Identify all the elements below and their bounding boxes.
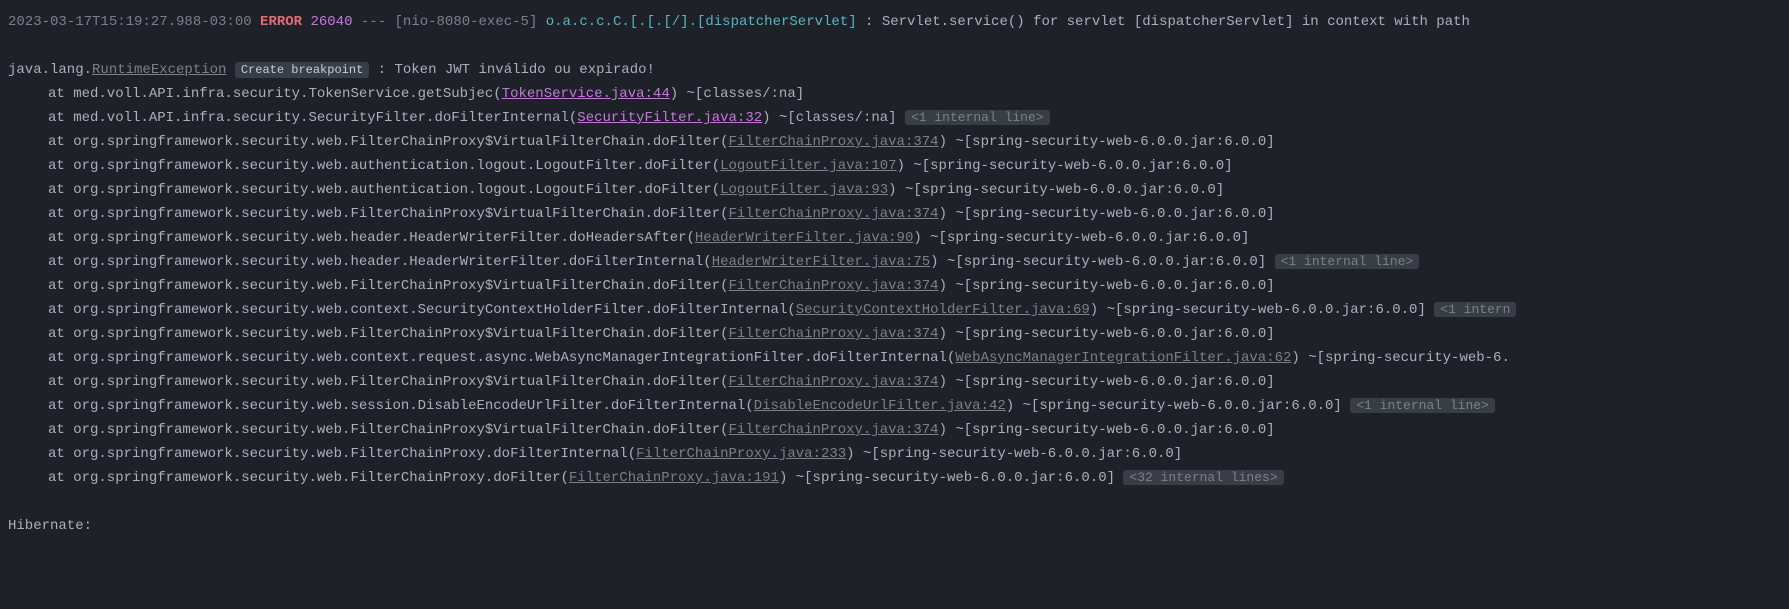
stack-frame: at org.springframework.security.web.head… [8,250,1781,274]
frame-method: at org.springframework.security.web.Filt… [48,374,729,390]
source-link[interactable]: TokenService.java:44 [502,86,670,102]
log-header-line: 2023-03-17T15:19:27.988-03:00 ERROR 2604… [8,10,1781,34]
source-link[interactable]: FilterChainProxy.java:374 [729,422,939,438]
source-link[interactable]: SecurityContextHolderFilter.java:69 [796,302,1090,318]
frame-source: ) ~[spring-security-web-6.0.0.jar:6.0.0] [939,278,1275,294]
process-id: 26040 [310,14,352,30]
log-level: ERROR [260,14,302,30]
stack-frame: at med.voll.API.infra.security.TokenServ… [8,82,1781,106]
logger-name: o.a.c.c.C.[.[.[/].[dispatcherServlet] [546,14,857,30]
frame-source: ) ~[spring-security-web-6. [1291,350,1509,366]
stack-frame: at org.springframework.security.web.cont… [8,346,1781,370]
frame-method: at org.springframework.security.web.Filt… [48,206,729,222]
log-message: : Servlet.service() for servlet [dispatc… [865,14,1470,30]
source-link[interactable]: FilterChainProxy.java:233 [636,446,846,462]
source-link[interactable]: FilterChainProxy.java:374 [729,374,939,390]
frame-source: ) ~[spring-security-web-6.0.0.jar:6.0.0] [930,254,1266,270]
source-link[interactable]: FilterChainProxy.java:374 [729,206,939,222]
stack-frame: at org.springframework.security.web.Filt… [8,274,1781,298]
frame-source: ) ~[spring-security-web-6.0.0.jar:6.0.0] [939,326,1275,342]
source-link[interactable]: WebAsyncManagerIntegrationFilter.java:62 [955,350,1291,366]
source-link[interactable]: DisableEncodeUrlFilter.java:42 [754,398,1006,414]
frame-source: ) ~[spring-security-web-6.0.0.jar:6.0.0] [846,446,1182,462]
stack-frame: at org.springframework.security.web.Filt… [8,466,1781,490]
frame-method: at org.springframework.security.web.Filt… [48,446,636,462]
stack-frame: at org.springframework.security.web.auth… [8,154,1781,178]
stack-frame: at org.springframework.security.web.auth… [8,178,1781,202]
frame-source: ) ~[spring-security-web-6.0.0.jar:6.0.0] [888,182,1224,198]
separator: --- [361,14,386,30]
frame-method: at org.springframework.security.web.head… [48,254,712,270]
internal-lines-badge[interactable]: <1 internal line> [1350,398,1495,413]
frame-source: ) ~[spring-security-web-6.0.0.jar:6.0.0] [1090,302,1426,318]
frame-method: at org.springframework.security.web.Filt… [48,470,569,486]
frame-method: at org.springframework.security.web.Filt… [48,326,729,342]
frame-source: ) ~[spring-security-web-6.0.0.jar:6.0.0] [913,230,1249,246]
frame-source: ) ~[spring-security-web-6.0.0.jar:6.0.0] [939,422,1275,438]
frame-source: ) ~[spring-security-web-6.0.0.jar:6.0.0] [779,470,1115,486]
frame-source: ) ~[spring-security-web-6.0.0.jar:6.0.0] [939,374,1275,390]
frame-source: ) ~[classes/:na] [670,86,804,102]
exception-message: : Token JWT inválido ou expirado! [378,62,655,78]
frame-method: at org.springframework.security.web.Filt… [48,278,729,294]
stack-frame: at med.voll.API.infra.security.SecurityF… [8,106,1781,130]
timestamp: 2023-03-17T15:19:27.988-03:00 [8,14,252,30]
source-link[interactable]: HeaderWriterFilter.java:75 [712,254,930,270]
frame-method: at org.springframework.security.web.head… [48,230,695,246]
frame-source: ) ~[spring-security-web-6.0.0.jar:6.0.0] [939,206,1275,222]
frame-method: at med.voll.API.infra.security.SecurityF… [48,110,577,126]
source-link[interactable]: FilterChainProxy.java:191 [569,470,779,486]
hibernate-line: Hibernate: [8,514,1781,538]
frame-method: at org.springframework.security.web.cont… [48,350,955,366]
stack-frame: at org.springframework.security.web.Filt… [8,202,1781,226]
thread-name: [nio-8080-exec-5] [395,14,538,30]
frame-method: at org.springframework.security.web.cont… [48,302,796,318]
frame-method: at org.springframework.security.web.auth… [48,158,720,174]
source-link[interactable]: SecurityFilter.java:32 [577,110,762,126]
source-link[interactable]: HeaderWriterFilter.java:90 [695,230,913,246]
frame-method: at org.springframework.security.web.Filt… [48,422,729,438]
frame-source: ) ~[spring-security-web-6.0.0.jar:6.0.0] [1006,398,1342,414]
stack-frame: at org.springframework.security.web.Filt… [8,322,1781,346]
blank-line [8,490,1781,514]
stack-frame: at org.springframework.security.web.head… [8,226,1781,250]
stack-frame: at org.springframework.security.web.sess… [8,394,1781,418]
source-link[interactable]: LogoutFilter.java:107 [720,158,896,174]
stack-frame: at org.springframework.security.web.Filt… [8,370,1781,394]
frame-method: at med.voll.API.infra.security.TokenServ… [48,86,502,102]
frame-method: at org.springframework.security.web.sess… [48,398,754,414]
frame-method: at org.springframework.security.web.auth… [48,182,720,198]
internal-lines-badge[interactable]: <1 internal line> [1275,254,1420,269]
frame-method: at org.springframework.security.web.Filt… [48,134,729,150]
blank-line [8,34,1781,58]
log-console: 2023-03-17T15:19:27.988-03:00 ERROR 2604… [8,10,1781,538]
stack-frame: at org.springframework.security.web.Filt… [8,130,1781,154]
internal-lines-badge[interactable]: <1 internal line> [905,110,1050,125]
frame-source: ) ~[classes/:na] [762,110,896,126]
source-link[interactable]: LogoutFilter.java:93 [720,182,888,198]
hibernate-label: Hibernate: [8,518,92,534]
internal-lines-badge[interactable]: <32 internal lines> [1123,470,1283,485]
source-link[interactable]: FilterChainProxy.java:374 [729,134,939,150]
frame-source: ) ~[spring-security-web-6.0.0.jar:6.0.0] [939,134,1275,150]
source-link[interactable]: FilterChainProxy.java:374 [729,278,939,294]
exception-class-link[interactable]: RuntimeException [92,62,226,78]
internal-lines-badge[interactable]: <1 intern [1434,302,1516,317]
stack-frame: at org.springframework.security.web.Filt… [8,418,1781,442]
create-breakpoint-button[interactable]: Create breakpoint [235,62,369,78]
frame-source: ) ~[spring-security-web-6.0.0.jar:6.0.0] [897,158,1233,174]
source-link[interactable]: FilterChainProxy.java:374 [729,326,939,342]
stack-frame: at org.springframework.security.web.cont… [8,298,1781,322]
exception-package: java.lang. [8,62,92,78]
exception-line: java.lang.RuntimeException Create breakp… [8,58,1781,82]
stack-frame: at org.springframework.security.web.Filt… [8,442,1781,466]
